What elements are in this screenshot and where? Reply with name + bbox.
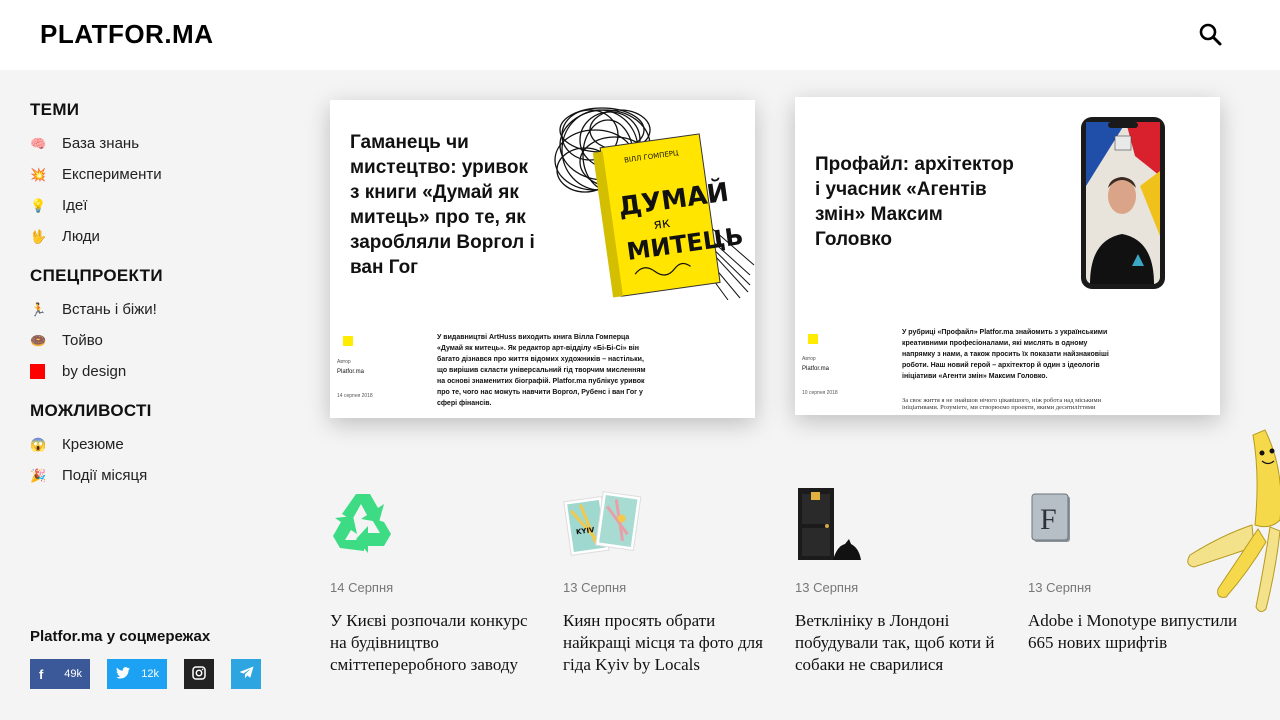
book-title-line2: як (652, 215, 671, 233)
sidebar-item-label: Крезюме (62, 436, 124, 453)
lightbulb-icon: 💡 (30, 197, 47, 213)
section-title-opportunities: МОЖЛИВОСТІ (30, 401, 152, 420)
news-date: 13 Серпня (563, 580, 627, 595)
category-marker (343, 336, 353, 346)
social-buttons: f 49k 12k (30, 659, 290, 689)
section-title-special-projects: СПЕЦПРОЕКТИ (30, 266, 163, 285)
card-lead: У рубриці «Профайл» Platfor.ma знайомить… (902, 329, 1109, 380)
twitter-count: 12k (141, 668, 159, 680)
card-lead: У видавництві ArtHuss виходить книга Віл… (437, 334, 646, 407)
sidebar-item-label: Події місяця (62, 467, 148, 484)
instagram-button[interactable] (184, 659, 214, 689)
sidebar-item-experiments[interactable]: 💥 Експерименти (30, 159, 280, 190)
facebook-icon: f (39, 666, 44, 682)
sidebar-item-label: Встань і біжи! (62, 301, 157, 318)
publish-date: 14 серпня 2018 (337, 393, 373, 399)
news-title[interactable]: Ветклініку в Лондоні побудували так, щоб… (795, 610, 1005, 676)
phone-portrait-image (1080, 116, 1166, 290)
special-projects-section: СПЕЦПРОЕКТИ 🏃 Встань і біжи! 🍩 Тойво by … (30, 266, 280, 387)
scream-face-icon: 😱 (30, 436, 47, 452)
publish-date: 10 серпня 2018 (802, 390, 838, 396)
header: PLATFOR.MA (0, 0, 1280, 70)
featured-card-book[interactable]: Гаманець чи мистецтво: уривок з книги «Д… (330, 100, 755, 418)
news-date: 14 Серпня (330, 580, 394, 595)
author-label: Автор (337, 359, 351, 365)
sidebar-item-label: Експерименти (62, 166, 162, 183)
card-lead-excerpt: За своє життя я не знайшов нічого цікаві… (902, 397, 1102, 411)
news-title[interactable]: У Києві розпочали конкурс на будівництво… (330, 610, 540, 676)
sidebar: ТЕМИ 🧠 База знань 💥 Експерименти 💡 Ідеї … (30, 100, 280, 505)
featured-card-profile[interactable]: Профайл: архітектор і учасник «Агентів з… (795, 97, 1220, 415)
runner-icon: 🏃 (30, 301, 47, 317)
card-title[interactable]: Профайл: архітектор і учасник «Агентів з… (815, 152, 1015, 252)
news-item[interactable]: KYIV 13 Серпня Киян просять обрати найкр… (563, 488, 773, 676)
sidebar-item-label: Тойво (62, 332, 103, 349)
book-illustration: ВІЛЛ ГОМПЕРЦ ДУМАЙ як МИТЕЦЬ (550, 100, 755, 301)
door-cat-icon (795, 488, 1005, 568)
topics-section: ТЕМИ 🧠 База знань 💥 Експерименти 💡 Ідеї … (30, 100, 280, 252)
hand-icon: 🖖 (30, 228, 47, 244)
card-title[interactable]: Гаманець чи мистецтво: уривок з книги «Д… (350, 130, 540, 280)
sidebar-item-knowledge-base[interactable]: 🧠 База знань (30, 128, 280, 159)
news-item[interactable]: 14 Серпня У Києві розпочали конкурс на б… (330, 488, 540, 676)
brain-icon: 🧠 (30, 135, 47, 151)
social-block: Platfor.ma у соцмережах f 49k 12k (30, 628, 290, 689)
telegram-button[interactable] (231, 659, 261, 689)
site-logo[interactable]: PLATFOR.MA (40, 19, 214, 50)
sidebar-item-ideas[interactable]: 💡 Ідеї (30, 190, 280, 221)
social-title: Platfor.ma у соцмережах (30, 628, 211, 645)
twitter-button[interactable]: 12k (107, 659, 167, 689)
explosion-icon: 💥 (30, 166, 47, 182)
news-date: 13 Серпня (795, 580, 859, 595)
instagram-icon (192, 665, 206, 683)
facebook-count: 49k (64, 668, 82, 680)
sidebar-item-resume[interactable]: 😱 Крезюме (30, 429, 280, 460)
author-name: Platfor.ma (337, 369, 365, 375)
sidebar-item-by-design[interactable]: by design (30, 356, 280, 387)
author-name: Platfor.ma (802, 366, 830, 372)
party-popper-icon: 🎉 (30, 467, 47, 483)
sidebar-item-run[interactable]: 🏃 Встань і біжи! (30, 294, 280, 325)
sidebar-item-label: by design (62, 363, 127, 380)
donut-icon: 🍩 (30, 332, 47, 348)
sidebar-item-label: База знань (62, 135, 140, 152)
search-icon[interactable] (1196, 20, 1226, 50)
twitter-icon (116, 666, 130, 682)
sidebar-item-label: Люди (62, 228, 100, 245)
sidebar-item-events[interactable]: 🎉 Події місяця (30, 460, 280, 491)
banana-illustration (1180, 425, 1280, 625)
map-cards-icon: KYIV (563, 488, 773, 568)
sidebar-item-toivo[interactable]: 🍩 Тойво (30, 325, 280, 356)
sidebar-item-people[interactable]: 🖖 Люди (30, 221, 280, 252)
news-item[interactable]: 13 Серпня Ветклініку в Лондоні побудувал… (795, 488, 1005, 676)
section-title-topics: ТЕМИ (30, 100, 80, 119)
telegram-icon (239, 666, 254, 682)
recycle-icon (330, 488, 540, 568)
sidebar-item-label: Ідеї (62, 197, 88, 214)
author-label: Автор (802, 356, 816, 362)
font-book-letter: F (1040, 503, 1057, 536)
category-marker (808, 334, 818, 344)
facebook-button[interactable]: f 49k (30, 659, 90, 689)
red-square-icon (30, 364, 45, 379)
opportunities-section: МОЖЛИВОСТІ 😱 Крезюме 🎉 Події місяця (30, 401, 280, 491)
news-title[interactable]: Киян просять обрати найкращі місця та фо… (563, 610, 773, 676)
